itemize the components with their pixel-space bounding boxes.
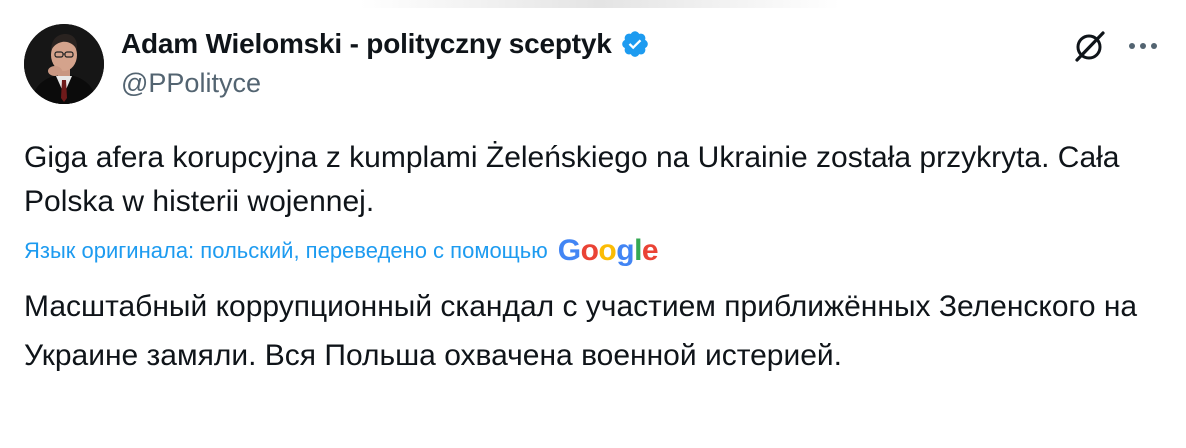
more-options-icon[interactable]	[1124, 28, 1162, 64]
google-logo: Google	[557, 234, 659, 268]
grok-icon[interactable]	[1072, 28, 1108, 64]
google-logo-letter: o	[598, 234, 617, 267]
google-logo-letter: g	[616, 234, 635, 267]
verified-badge-icon[interactable]	[620, 29, 650, 59]
top-fade-divider	[360, 0, 840, 8]
avatar[interactable]	[24, 24, 104, 104]
author-info: Adam Wielomski - polityczny sceptyk @PPo…	[121, 27, 650, 99]
avatar-image	[24, 24, 104, 104]
translated-text: Масштабный коррупционный скандал с участ…	[24, 290, 1138, 372]
google-logo-letter: G	[557, 234, 581, 267]
google-logo-letter: l	[634, 234, 642, 267]
author-handle[interactable]: @PPolityce	[121, 68, 650, 99]
google-logo-letter: o	[580, 234, 599, 267]
google-logo-letter: e	[641, 234, 659, 267]
translation-label[interactable]: Язык оригинала: польский, переведено с п…	[24, 238, 548, 264]
translation-attribution: Язык оригинала: польский, переведено с п…	[24, 234, 659, 268]
author-display-name[interactable]: Adam Wielomski - polityczny sceptyk	[121, 28, 612, 60]
name-row: Adam Wielomski - polityczny sceptyk	[121, 27, 650, 61]
tweet-header: Adam Wielomski - polityczny sceptyk @PPo…	[24, 24, 1162, 106]
tweet-text: Giga afera korupcyjna z kumplami Żeleńsk…	[24, 141, 1120, 218]
